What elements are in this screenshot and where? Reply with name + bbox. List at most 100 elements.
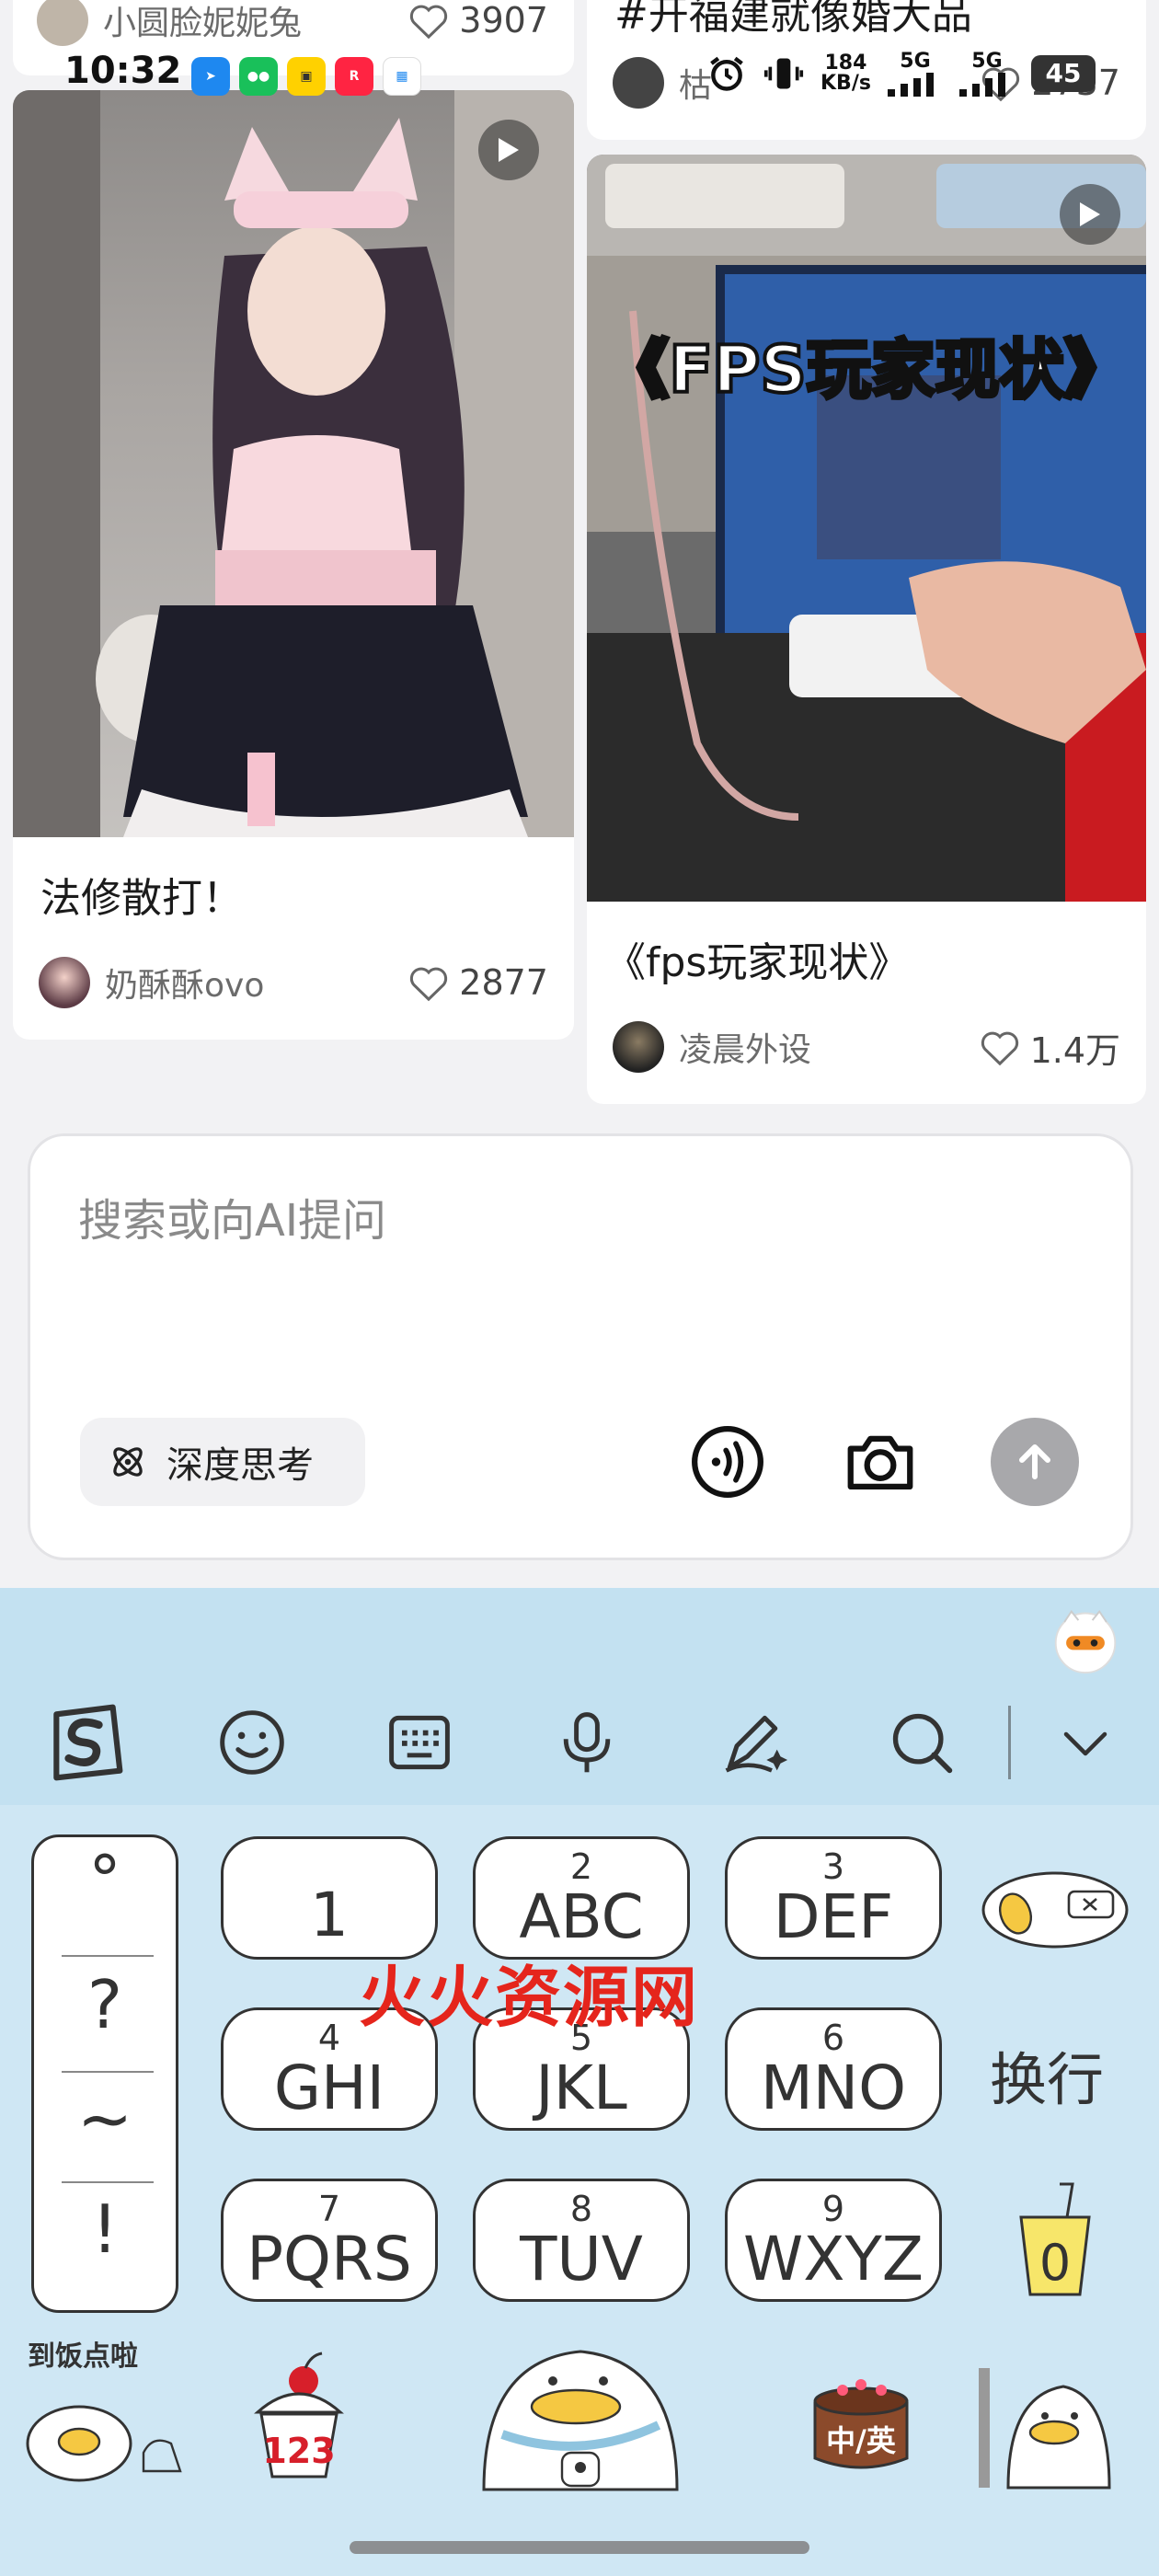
key-letters: DEF (773, 1881, 894, 1952)
keyboard-switch-button[interactable] (373, 1696, 465, 1788)
duck-space-icon (482, 2350, 679, 2491)
heart-icon[interactable] (979, 1028, 1021, 1066)
space-key[interactable] (465, 2324, 695, 2499)
heart-icon[interactable] (407, 1, 450, 40)
fps-photo (587, 155, 1146, 902)
number-mode-key[interactable]: 123 (239, 2348, 359, 2486)
pen-sparkle-icon (725, 1715, 788, 1773)
microphone-icon (563, 1712, 611, 1773)
author-name[interactable]: 奶酥酥ovo (105, 959, 407, 1006)
camera-icon (847, 1435, 913, 1490)
keyboard-icon (389, 1715, 450, 1770)
cosplay-photo (13, 90, 574, 837)
key-1[interactable]: 1 (221, 1836, 438, 1960)
network-speed-value: 184 (824, 51, 867, 75)
symbol-column[interactable]: ° ? ~ ! (31, 1834, 178, 2313)
symbol-key[interactable]: ? (34, 1966, 176, 2043)
signal-icon (958, 73, 1005, 97)
like-count[interactable]: 1.4万 (979, 1022, 1120, 1073)
key-letters: JKL (535, 2053, 627, 2123)
camera-button[interactable] (836, 1418, 924, 1506)
key-letters: GHI (273, 2053, 385, 2123)
key-letters: MNO (760, 2053, 907, 2123)
arrow-up-icon (1019, 1444, 1050, 1479)
zero-key[interactable]: 0 (1014, 2180, 1096, 2300)
card-meta: 凌晨外设 1.4万 (613, 1019, 1120, 1075)
keyboard-toolbar (0, 1588, 1159, 1805)
author-avatar[interactable] (39, 957, 90, 1008)
feed-card-right[interactable]: 《FPS玩家现状》 《fps玩家现状》 凌晨外设 1.4万 (587, 155, 1146, 1104)
chevron-down-icon (1063, 1731, 1107, 1756)
sticker-text: 到饭点啦 (28, 2340, 138, 2373)
zero-label: 0 (1039, 2234, 1072, 2292)
emoji-sticker-key[interactable] (971, 2331, 1137, 2497)
play-icon[interactable] (1060, 184, 1120, 245)
system-icons: 184 KB/s 5G 5G 45 (706, 50, 1096, 97)
sogou-s-icon (53, 1704, 123, 1781)
search-button[interactable] (876, 1696, 968, 1788)
enter-key[interactable]: 换行 (990, 2033, 1104, 2116)
card-meta: 小圆脸妮妮兔 3907 (37, 0, 548, 48)
network-speed-unit: KB/s (820, 71, 871, 95)
home-indicator[interactable] (350, 2541, 809, 2554)
toolbar-divider (1008, 1706, 1011, 1779)
divider (62, 1955, 154, 1957)
vibrate-icon (763, 58, 804, 88)
author-avatar[interactable] (37, 0, 88, 46)
author-avatar[interactable] (613, 1021, 664, 1073)
sogou-keyboard: ° ? ~ ! 1 2 ABC 3 DEF 4 GHI 5 JKL 6 MNO … (0, 1588, 1159, 2576)
author-name[interactable]: 小圆脸妮妮兔 (103, 0, 407, 44)
language-switch-label: 中/英 (826, 2423, 896, 2458)
number-mode-label: 123 (262, 2431, 336, 2471)
feed-card-left[interactable]: 法修散打！ 奶酥酥ovo 2877 (13, 90, 574, 1040)
key-9[interactable]: 9 WXYZ (725, 2179, 942, 2302)
key-6[interactable]: 6 MNO (725, 2007, 942, 2131)
like-count-text: 2877 (459, 962, 548, 1003)
heart-icon[interactable] (407, 963, 450, 1002)
emoji-button[interactable] (206, 1696, 298, 1788)
key-3[interactable]: 3 DEF (725, 1836, 942, 1960)
symbol-key[interactable]: ~ (34, 2080, 176, 2157)
symbol-key[interactable]: ! (34, 2191, 176, 2268)
like-count[interactable]: 3907 (407, 0, 548, 40)
voice-input-button[interactable] (541, 1696, 633, 1788)
key-7[interactable]: 7 PQRS (221, 2179, 438, 2302)
divider (62, 2181, 154, 2183)
wechat-app-icon: ●● (239, 57, 278, 96)
card-meta: 奶酥酥ovo 2877 (39, 955, 548, 1010)
battery-icon: 45 (1030, 54, 1096, 92)
collapse-keyboard-button[interactable] (1039, 1696, 1131, 1788)
sogou-logo-button[interactable] (39, 1696, 131, 1788)
search-input[interactable] (78, 1184, 1072, 1258)
send-button[interactable] (991, 1418, 1079, 1506)
key-letters: PQRS (247, 2224, 412, 2294)
xiaohongshu-app-icon: R (335, 57, 373, 96)
language-switch-key[interactable]: 中/英 (797, 2348, 925, 2486)
mascot-icon[interactable] (1050, 1604, 1120, 1674)
cloud-app-icon: ▦ (383, 57, 421, 96)
like-count[interactable]: 2877 (407, 962, 548, 1003)
deep-think-button[interactable]: 深度思考 (80, 1418, 365, 1506)
handwriting-button[interactable] (708, 1696, 800, 1788)
thumbnail-overlay-text: 《FPS玩家现状》 (602, 330, 1130, 409)
alarm-icon (710, 56, 743, 91)
card-title: 法修散打！ (40, 875, 243, 922)
key-2[interactable]: 2 ABC (473, 1836, 690, 1960)
smiley-icon (220, 1710, 284, 1775)
signal-2: 5G (958, 50, 1015, 97)
video-thumbnail[interactable]: 《FPS玩家现状》 (587, 155, 1146, 902)
play-icon[interactable] (478, 120, 539, 180)
voice-call-button[interactable] (683, 1418, 772, 1506)
key-8[interactable]: 8 TUV (473, 2179, 690, 2302)
backspace-key[interactable] (977, 1847, 1133, 1958)
status-bar: 10:32 ➤ ●● ▣ R ▦ 184 KB/s 5G 5G 45 (0, 44, 1159, 118)
symbol-key[interactable]: ° (34, 1841, 176, 1918)
video-thumbnail[interactable] (13, 90, 574, 837)
author-name[interactable]: 凌晨外设 (679, 1023, 979, 1071)
duck-backspace-icon (981, 1871, 1129, 1949)
signal-1: 5G (887, 50, 943, 97)
duck-sticker-icon (979, 2368, 1111, 2490)
deep-think-label: 深度思考 (166, 1444, 314, 1487)
meituan-app-icon: ▣ (287, 57, 326, 96)
search-icon (892, 1713, 953, 1774)
